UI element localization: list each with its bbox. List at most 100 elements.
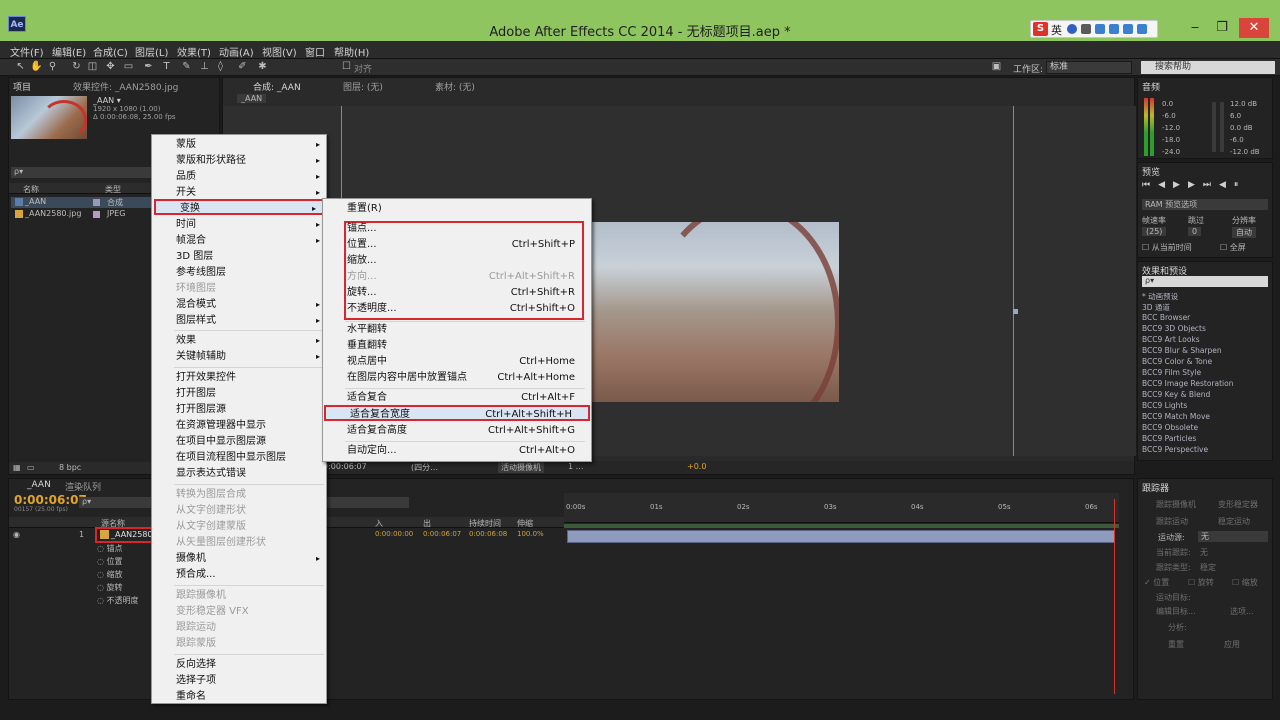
menu-item-create-shapes-from-text[interactable]: 从文字创建形状 xyxy=(152,503,326,519)
skip-select[interactable]: 0 xyxy=(1188,227,1202,236)
rotation-checkbox[interactable]: ☐ 旋转 xyxy=(1188,577,1214,588)
comp-subtab[interactable]: _AAN xyxy=(237,94,267,103)
effect-category[interactable]: BCC9 Match Move xyxy=(1142,412,1210,421)
effect-category[interactable]: BCC9 Lights xyxy=(1142,401,1187,410)
rotate-tool-icon[interactable]: ↻ xyxy=(70,61,83,73)
menu-item-track-camera[interactable]: 跟踪摄像机 xyxy=(152,588,326,604)
eye-icon[interactable]: ◉ xyxy=(13,530,20,539)
effect-category[interactable]: BCC9 Art Looks xyxy=(1142,335,1200,344)
project-search-input[interactable]: ρ▾ xyxy=(11,167,151,178)
puppet-tool-icon[interactable]: ✱ xyxy=(256,61,269,73)
menu-item-time[interactable]: 时间 ▸ xyxy=(152,217,326,233)
close-button[interactable]: ✕ xyxy=(1239,18,1269,38)
views-select[interactable]: 1 … xyxy=(568,462,584,471)
current-timecode[interactable]: 0:00:06:07 xyxy=(14,493,87,507)
transform-handle[interactable] xyxy=(1013,309,1018,314)
apply-button[interactable]: 应用 xyxy=(1224,639,1240,650)
clone-tool-icon[interactable]: ⊥ xyxy=(198,61,211,73)
menu-item-keyframe-assistant[interactable]: 关键帧辅助 ▸ xyxy=(152,349,326,365)
workspace-select[interactable]: 标准 xyxy=(1046,61,1132,74)
menu-item-reveal-in-flowchart[interactable]: 在项目流程图中显示图层 xyxy=(152,450,326,466)
menu-item-pre-compose[interactable]: 预合成... xyxy=(152,567,326,583)
property-position[interactable]: ◌ 位置 xyxy=(97,556,123,567)
tab-layer[interactable]: 图层: (无) xyxy=(343,80,383,93)
effect-category[interactable]: 3D 通道 xyxy=(1142,302,1170,313)
tab-tracker[interactable]: 跟踪器 xyxy=(1142,481,1169,494)
motion-source-select[interactable]: 无 xyxy=(1198,531,1268,542)
skin-icon[interactable] xyxy=(1109,24,1119,34)
tab-composition[interactable]: 合成: _AAN xyxy=(253,80,301,93)
camera-tool-icon[interactable]: ◫ xyxy=(86,61,99,73)
menu-item-effect[interactable]: 效果 ▸ xyxy=(152,333,326,349)
col-stretch[interactable]: 伸缩 xyxy=(517,518,533,529)
edit-target-button[interactable]: 编辑目标... xyxy=(1156,606,1196,617)
menu-item-guide-layer[interactable]: 参考线图层 xyxy=(152,265,326,281)
menu-item-reveal-in-project[interactable]: 在项目中显示图层源 xyxy=(152,434,326,450)
effect-category[interactable]: * 动画预设 xyxy=(1142,291,1178,302)
effect-category[interactable]: BCC9 Color & Tone xyxy=(1142,357,1212,366)
current-time-indicator[interactable] xyxy=(1114,499,1115,694)
menu-item-rotation[interactable]: 旋转... Ctrl+Shift+R xyxy=(323,285,591,301)
pen-tool-icon[interactable]: ✒ xyxy=(142,61,155,73)
col-out[interactable]: 出 xyxy=(423,518,431,529)
ime-toolbar[interactable]: S 英 xyxy=(1030,20,1158,38)
property-anchor-point[interactable]: ◌ 锚点 xyxy=(97,543,123,554)
menu-item-orientation[interactable]: 方向... Ctrl+Alt+Shift+R xyxy=(323,269,591,285)
col-type-header[interactable]: 类型 xyxy=(105,184,121,195)
menu-item-environment-layer[interactable]: 环境图层 xyxy=(152,281,326,297)
track-camera-button[interactable]: 跟踪摄像机 xyxy=(1156,499,1196,510)
punctuation-icon[interactable] xyxy=(1081,24,1091,34)
options-button[interactable]: 选项... xyxy=(1230,606,1254,617)
menu-item-fit-to-comp-width[interactable]: 适合复合宽度 Ctrl+Alt+Shift+H xyxy=(324,405,590,421)
resolution-select[interactable]: 自动 xyxy=(1232,227,1256,238)
fullscreen-checkbox[interactable]: ☐ 全屏 xyxy=(1220,242,1246,253)
menu-item-fit-to-comp[interactable]: 适合复合 Ctrl+Alt+F xyxy=(323,390,591,406)
menu-window[interactable]: 窗口 xyxy=(305,44,325,59)
menu-view[interactable]: 视图(V) xyxy=(262,44,297,59)
menu-item-layer-styles[interactable]: 图层样式 ▸ xyxy=(152,313,326,329)
sogou-ime-icon[interactable]: S xyxy=(1033,22,1048,36)
comp-time[interactable]: 0:00:06:07 xyxy=(323,462,367,471)
menu-item-scale[interactable]: 缩放... xyxy=(323,253,591,269)
menu-item-flip-vertical[interactable]: 垂直翻转 xyxy=(323,338,591,354)
hand-tool-icon[interactable]: ✋ xyxy=(30,61,43,73)
layer-duration[interactable]: 0:00:06:08 xyxy=(469,530,507,538)
menu-file[interactable]: 文件(F) xyxy=(10,44,44,59)
effect-category[interactable]: BCC9 Blur & Sharpen xyxy=(1142,346,1222,355)
exposure-value[interactable]: +0.0 xyxy=(687,462,706,471)
work-area-bar[interactable] xyxy=(564,524,1119,528)
comp-name-label[interactable]: _AAN ▾ xyxy=(93,96,121,105)
col-in[interactable]: 入 xyxy=(375,518,383,529)
menu-edit[interactable]: 编辑(E) xyxy=(52,44,86,59)
menu-composition[interactable]: 合成(C) xyxy=(93,44,128,59)
effect-category[interactable]: BCC Browser xyxy=(1142,313,1190,322)
menu-item-mask-shape-path[interactable]: 蒙版和形状路径 ▸ xyxy=(152,153,326,169)
warp-stabilizer-button[interactable]: 变形稳定器 xyxy=(1218,499,1258,510)
menu-item-track-mask[interactable]: 跟踪蒙版 xyxy=(152,636,326,652)
menu-item-opacity[interactable]: 不透明度... Ctrl+Shift+O xyxy=(323,301,591,317)
effect-category[interactable]: BCC9 Particles xyxy=(1142,434,1196,443)
position-checkbox[interactable]: ✓ 位置 xyxy=(1144,577,1169,588)
effect-category[interactable]: BCC9 Key & Blend xyxy=(1142,390,1210,399)
view-layout-select[interactable]: (四分… xyxy=(411,462,438,473)
playback-controls[interactable]: ⏮◀▶▶⏭◀⏸ xyxy=(1142,180,1246,190)
menu-item-auto-orient[interactable]: 自动定向... Ctrl+Alt+O xyxy=(323,443,591,459)
menu-item-show-expression-errors[interactable]: 显示表达式错误 xyxy=(152,466,326,482)
layer-out[interactable]: 0:00:06:07 xyxy=(423,530,461,538)
effect-category[interactable]: BCC9 Film Style xyxy=(1142,368,1201,377)
col-duration[interactable]: 持续时间 xyxy=(469,518,501,529)
reset-button[interactable]: 重置 xyxy=(1168,639,1184,650)
layer-stretch[interactable]: 100.0% xyxy=(517,530,544,538)
menu-item-open-layer[interactable]: 打开图层 xyxy=(152,386,326,402)
search-help-input[interactable]: 搜索帮助 xyxy=(1141,61,1275,74)
from-current-time-checkbox[interactable]: ☐ 从当前时间 xyxy=(1142,242,1192,253)
menu-item-fit-to-comp-height[interactable]: 适合复合高度 Ctrl+Alt+Shift+G xyxy=(323,423,591,439)
wrench-icon[interactable] xyxy=(1137,24,1147,34)
menu-item-warp-stabilizer[interactable]: 变形稳定器 VFX xyxy=(152,604,326,620)
shirt-icon[interactable] xyxy=(1123,24,1133,34)
brush-tool-icon[interactable]: ✎ xyxy=(180,61,193,73)
layer-name[interactable]: _AAN2580 xyxy=(111,530,153,539)
tab-effect-controls[interactable]: 效果控件: _AAN2580.jpg xyxy=(73,80,178,93)
type-tool-icon[interactable]: T xyxy=(160,61,173,73)
effect-category[interactable]: BCC9 Perspective xyxy=(1142,445,1208,454)
